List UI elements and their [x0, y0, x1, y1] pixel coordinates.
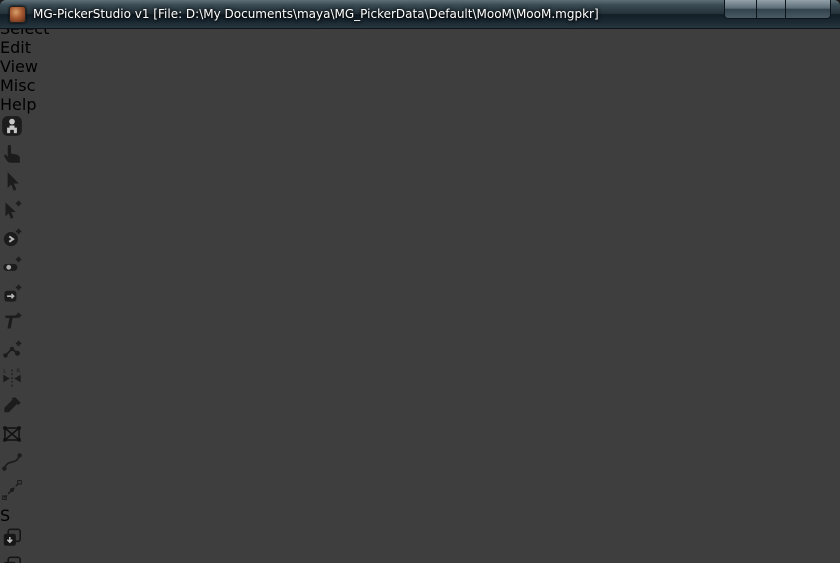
add-text-tool-icon[interactable]: T: [0, 310, 840, 338]
window-title: MG-PickerStudio v1 [File: D:\My Document…: [33, 0, 599, 29]
app-icon[interactable]: [9, 6, 26, 23]
maximize-button[interactable]: [757, 0, 786, 19]
svg-text:L: L: [3, 369, 6, 375]
copy-down-icon[interactable]: [0, 525, 840, 553]
add-command-button-tool-icon[interactable]: [0, 226, 840, 254]
menu-edit[interactable]: Edit: [0, 38, 840, 57]
svg-text:R: R: [16, 369, 20, 375]
app-window: MG-PickerStudio v1 [File: D:\My Document…: [0, 0, 840, 563]
menu-misc[interactable]: Misc: [0, 76, 840, 95]
menu-help[interactable]: Help: [0, 95, 840, 114]
dashed-curve-tool-icon[interactable]: [0, 478, 840, 506]
script-button-tool-icon[interactable]: S: [0, 506, 840, 525]
curve-tool-icon[interactable]: [0, 450, 840, 478]
select-tool-icon[interactable]: [0, 170, 840, 198]
svg-text:T: T: [4, 314, 18, 334]
copy-right-icon[interactable]: [0, 553, 840, 563]
transform-tool-icon[interactable]: [0, 422, 840, 450]
minimize-button[interactable]: [724, 0, 757, 19]
toolbar: T LR S: [0, 114, 840, 563]
menu-view[interactable]: View: [0, 57, 840, 76]
add-pose-button-tool-icon[interactable]: [0, 338, 840, 366]
close-button[interactable]: [786, 0, 831, 19]
add-select-button-tool-icon[interactable]: [0, 198, 840, 226]
mirror-lr-tool-icon[interactable]: LR: [0, 366, 840, 394]
add-slider-tool-icon[interactable]: [0, 254, 840, 282]
add-checkbox-tool-icon[interactable]: [0, 282, 840, 310]
title-bar[interactable]: MG-PickerStudio v1 [File: D:\My Document…: [0, 0, 840, 29]
color-picker-tool-icon[interactable]: [0, 394, 840, 422]
character-picker-tool-icon[interactable]: [0, 114, 840, 142]
hand-tool-icon[interactable]: [0, 142, 840, 170]
